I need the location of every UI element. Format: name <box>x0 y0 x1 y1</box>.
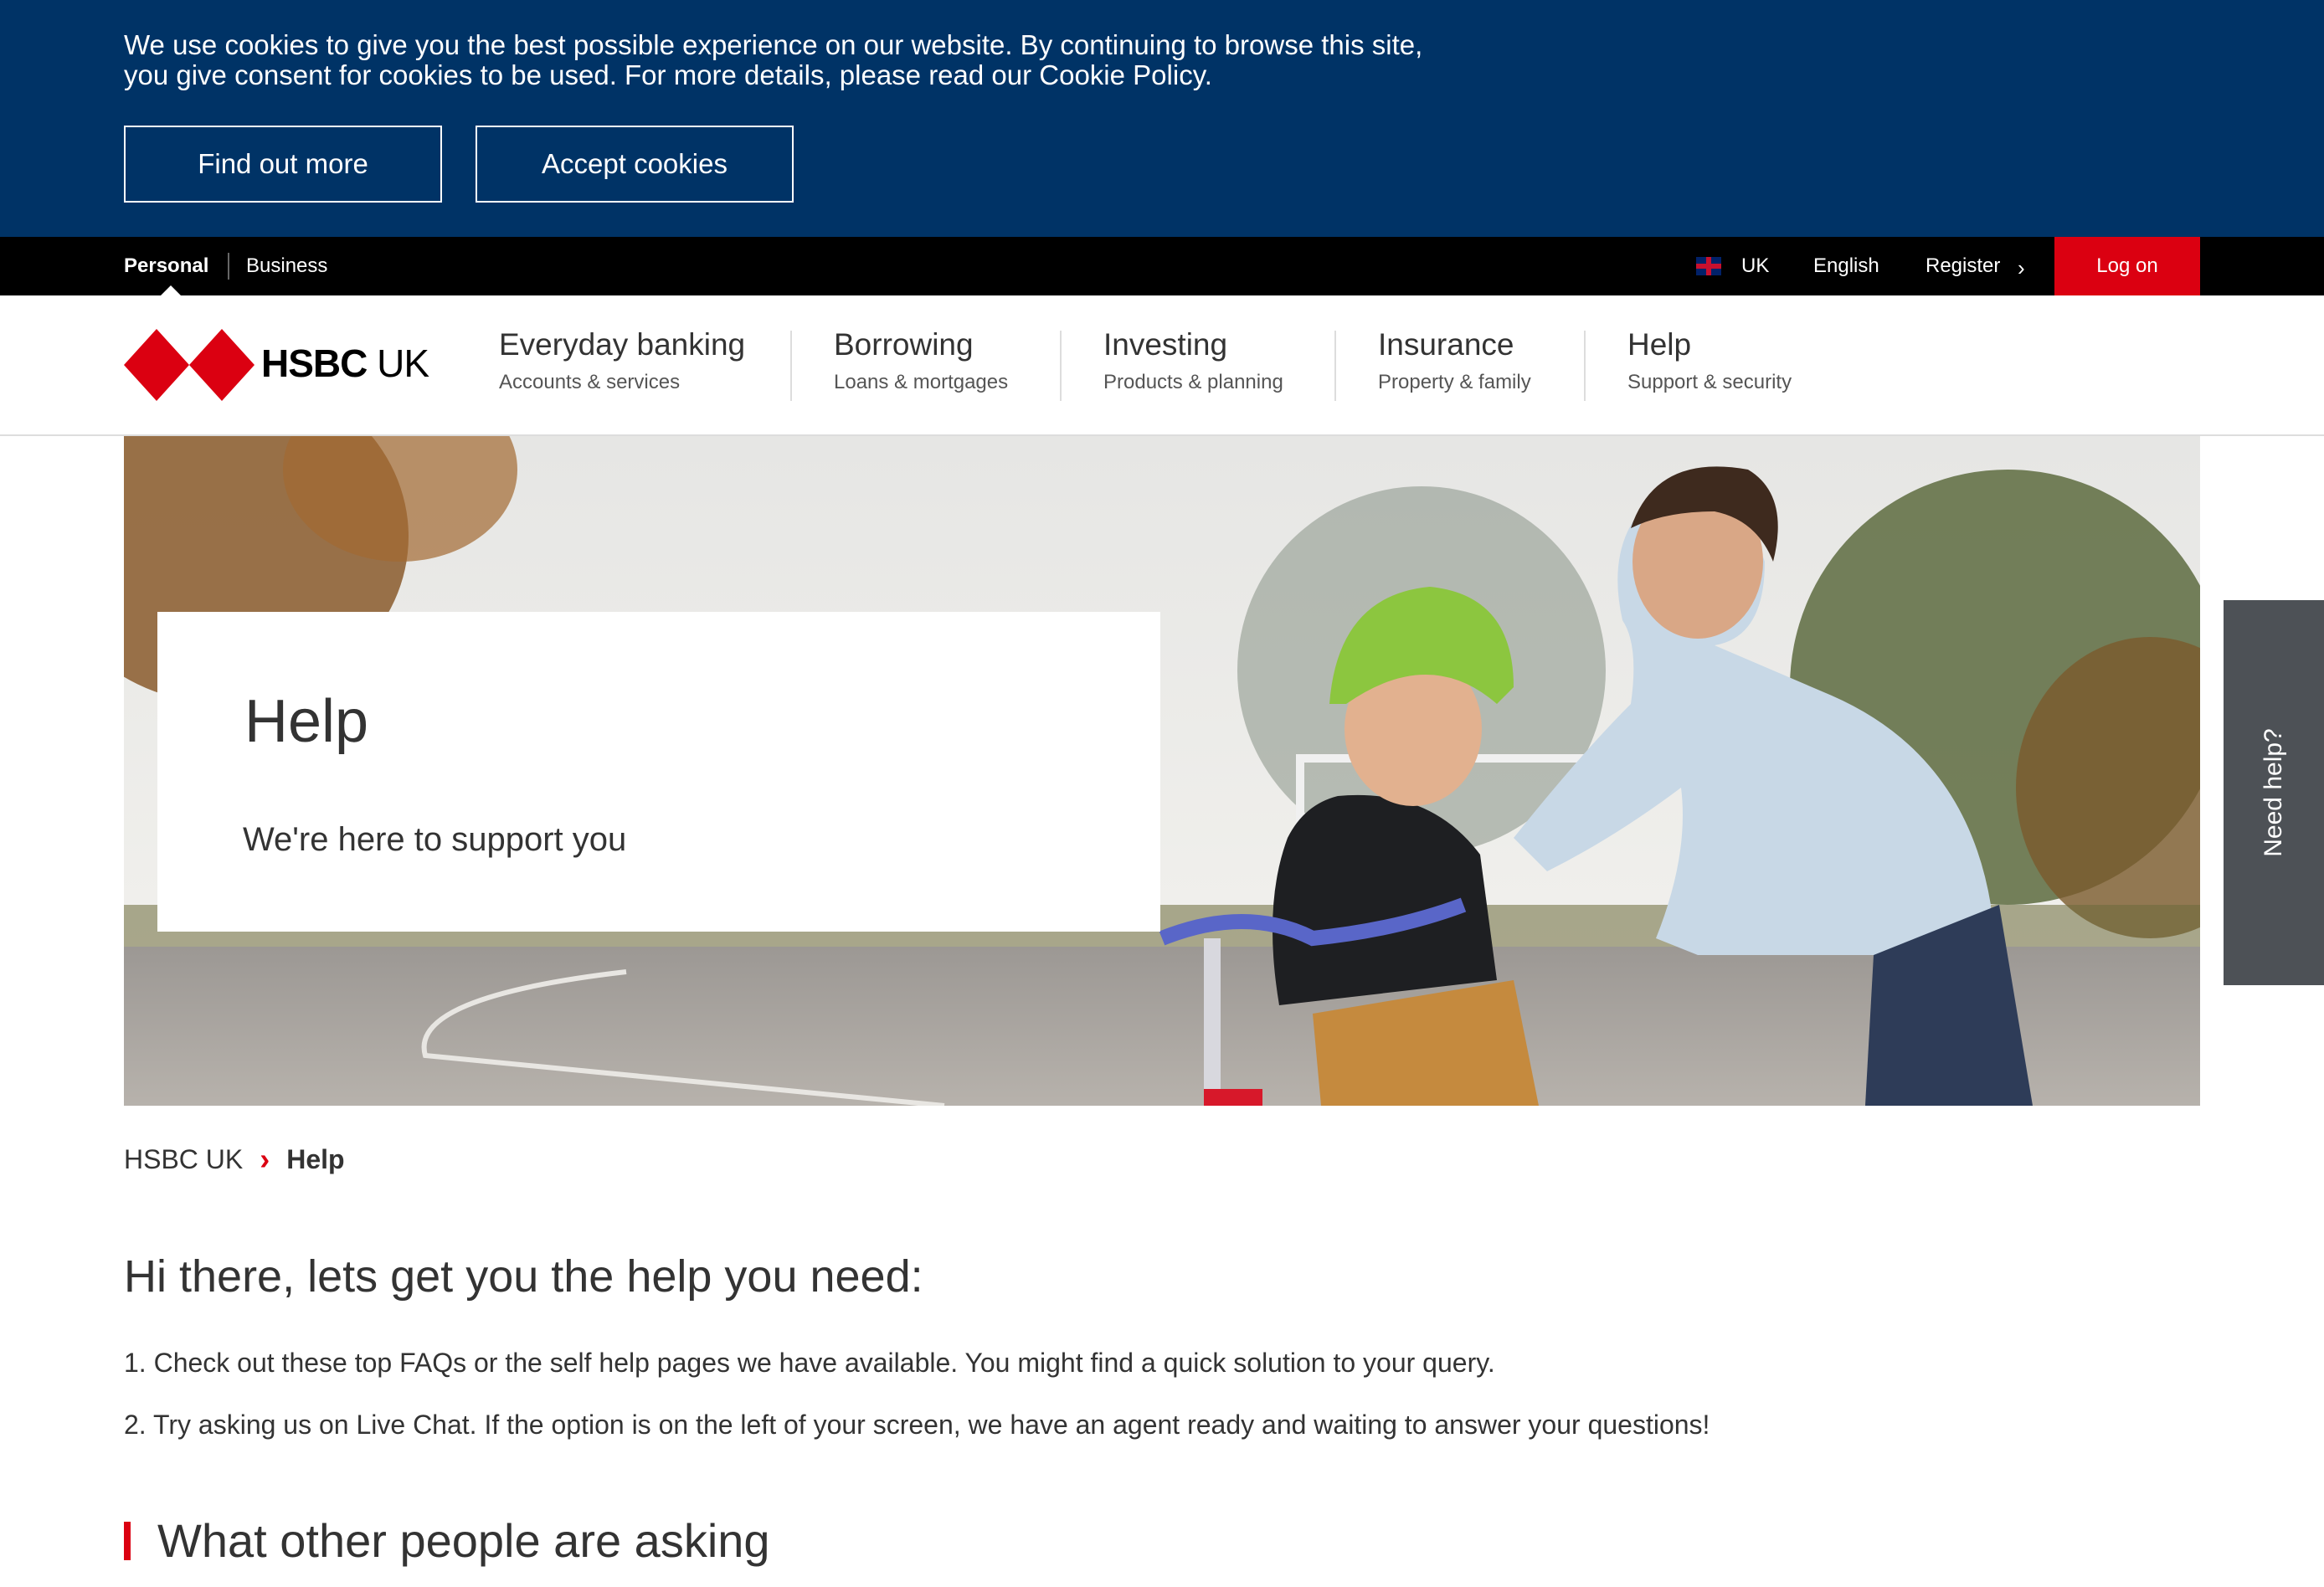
page-title: Help <box>244 688 369 755</box>
active-segment-caret-icon <box>161 285 181 295</box>
nav-everyday-banking[interactable]: Everyday banking Accounts & services <box>499 327 745 394</box>
nav-divider <box>1060 331 1062 401</box>
nav-title: Insurance <box>1378 327 1514 362</box>
log-on-button[interactable]: Log on <box>2054 237 2200 295</box>
accept-cookies-button[interactable]: Accept cookies <box>476 126 794 203</box>
nav-divider <box>1584 331 1586 401</box>
chevron-right-icon: › <box>260 1142 270 1176</box>
need-help-tab[interactable]: Need help? <box>2224 600 2324 985</box>
breadcrumb: HSBC UK › Help <box>124 1142 345 1177</box>
page-subtitle: We're here to support you <box>243 821 627 858</box>
help-step-2: 2. Try asking us on Live Chat. If the op… <box>124 1410 1710 1440</box>
nav-investing[interactable]: Investing Products & planning <box>1103 327 1283 394</box>
country-selector[interactable]: UK <box>1741 237 1769 295</box>
nav-help[interactable]: Help Support & security <box>1627 327 1792 394</box>
register-link[interactable]: Register <box>1926 237 2000 295</box>
breadcrumb-home-link[interactable]: HSBC UK <box>124 1144 243 1175</box>
chevron-right-icon: › <box>2018 255 2025 280</box>
uk-flag-icon <box>1696 257 1721 275</box>
nav-divider <box>790 331 792 401</box>
nav-title: Everyday banking <box>499 327 746 362</box>
nav-divider <box>1334 331 1336 401</box>
nav-subtitle: Products & planning <box>1103 371 1283 393</box>
hsbc-hexagon-logo-icon <box>124 329 255 401</box>
find-out-more-button[interactable]: Find out more <box>124 126 442 203</box>
nav-title: Help <box>1627 327 1692 362</box>
nav-subtitle: Support & security <box>1627 371 1792 393</box>
nav-insurance[interactable]: Insurance Property & family <box>1378 327 1531 394</box>
nav-subtitle: Accounts & services <box>499 371 681 393</box>
business-link[interactable]: Business <box>246 237 327 295</box>
main-header: HSBC UK Everyday banking Accounts & serv… <box>0 295 2324 436</box>
intro-heading: Hi there, lets get you the help you need… <box>124 1251 923 1302</box>
cookie-message-line1: We use cookies to give you the best poss… <box>124 29 1423 60</box>
help-step-1: 1. Check out these top FAQs or the self … <box>124 1348 1495 1378</box>
need-help-label: Need help? <box>2260 728 2287 857</box>
nav-subtitle: Loans & mortgages <box>834 371 1009 393</box>
nav-title: Investing <box>1103 327 1228 362</box>
hero-banner: Help We're here to support you <box>124 436 2200 1106</box>
hero-card: Help We're here to support you <box>157 612 1160 932</box>
logo-wordmark: HSBC UK <box>261 341 429 386</box>
logo-wordmark-suffix: UK <box>367 342 429 385</box>
nav-borrowing[interactable]: Borrowing Loans & mortgages <box>834 327 1008 394</box>
hsbc-logo[interactable]: HSBC UK <box>124 329 429 401</box>
cookie-banner: We use cookies to give you the best poss… <box>0 0 2324 237</box>
faq-section-header: What other people are asking <box>124 1513 770 1568</box>
nav-title: Borrowing <box>834 327 974 362</box>
nav-subtitle: Property & family <box>1378 371 1531 393</box>
language-selector[interactable]: English <box>1813 237 1879 295</box>
top-utility-bar: Personal Business UK English Register › … <box>0 237 2324 295</box>
breadcrumb-current: Help <box>286 1143 345 1174</box>
cookie-message-line2: you give consent for cookies to be used.… <box>124 59 1212 90</box>
faq-section-title: What other people are asking <box>157 1514 770 1567</box>
section-accent-bar <box>124 1521 131 1560</box>
logo-wordmark-bold: HSBC <box>261 342 368 385</box>
cookie-message: We use cookies to give you the best poss… <box>124 30 1480 90</box>
segment-divider <box>228 253 229 280</box>
